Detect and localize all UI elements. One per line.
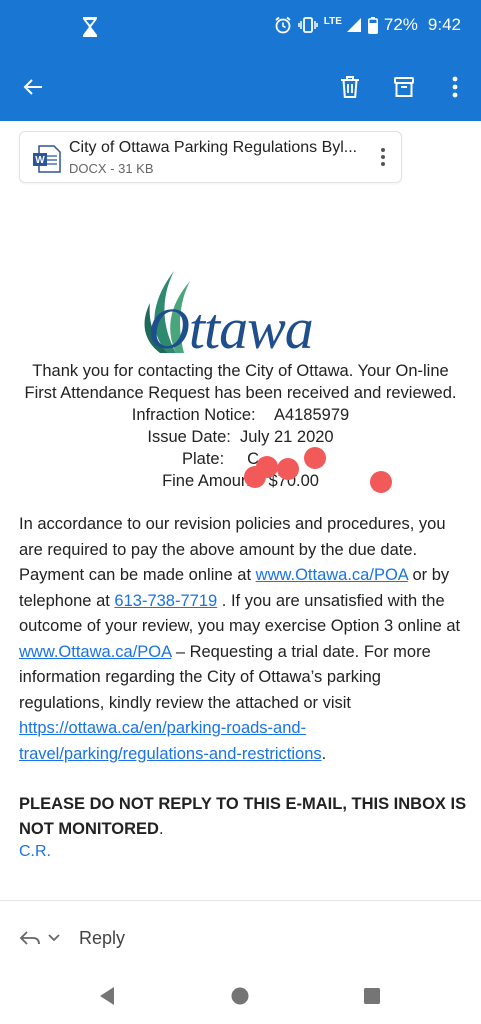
regulations-link[interactable]: https://ottawa.ca/en/parking-roads-and-t… <box>19 719 322 763</box>
signal-icon <box>346 18 361 32</box>
battery-percent: 72% <box>383 15 418 34</box>
attachment-name: City of Ottawa Parking Regulations Byl..… <box>69 139 358 156</box>
dot <box>381 148 385 152</box>
redaction-mark <box>304 447 326 469</box>
status-bar: LTE 72% 9:42 <box>0 0 481 55</box>
app-header: LTE 72% 9:42 <box>0 0 481 121</box>
redaction-mark <box>244 466 266 488</box>
nav-home-icon[interactable] <box>230 986 250 1006</box>
alarm-icon <box>275 16 291 34</box>
reply-button[interactable]: Reply <box>19 924 125 952</box>
reply-icon <box>19 931 40 945</box>
chevron-down-icon[interactable] <box>47 933 61 943</box>
logo-wordmark: Ottawa <box>148 296 314 361</box>
warning-text: PLEASE DO NOT REPLY TO THIS E-MAIL, THIS… <box>19 795 467 838</box>
attachment-more-button[interactable] <box>373 145 393 169</box>
back-button[interactable] <box>18 71 48 103</box>
more-options-button[interactable] <box>440 71 470 103</box>
vibrate-icon <box>297 17 318 33</box>
system-nav-bar <box>0 968 481 1024</box>
infraction-label: Infraction Notice: <box>131 406 256 424</box>
nav-back-icon[interactable] <box>97 985 117 1007</box>
email-body: In accordance to our revision policies a… <box>19 512 466 767</box>
divider <box>0 900 481 901</box>
nav-recents-icon[interactable] <box>363 987 381 1005</box>
hourglass-icon <box>83 17 97 37</box>
poa-link-2[interactable]: www.Ottawa.ca/POA <box>19 643 171 661</box>
dot <box>381 162 385 166</box>
app-bar <box>0 55 481 121</box>
no-reply-warning: PLEASE DO NOT REPLY TO THIS E-MAIL, THIS… <box>19 792 469 842</box>
request-summary: Thank you for contacting the City of Ott… <box>0 360 481 492</box>
ottawa-logo: Ottawa <box>128 265 348 361</box>
signature: C.R. <box>19 843 51 860</box>
attachment-card[interactable]: W City of Ottawa Parking Regulations Byl… <box>19 131 402 183</box>
redaction-mark <box>370 471 392 493</box>
archive-button[interactable] <box>389 71 419 103</box>
redaction-mark <box>277 458 299 480</box>
delete-button[interactable] <box>335 71 365 103</box>
fine-amount-row: Fine Amount: $70.00 <box>0 470 481 492</box>
lte-label: LTE <box>323 15 342 27</box>
warning-period: . <box>158 820 164 838</box>
attachment-meta: DOCX - 31 KB <box>69 161 154 176</box>
more-vert-icon <box>452 76 458 98</box>
intro-line-2: First Attendance Request has been receiv… <box>24 384 457 402</box>
body-text-5: . <box>321 744 327 763</box>
issue-date-value: July 21 2020 <box>240 428 334 446</box>
phone-link[interactable]: 613-738-7719 <box>114 592 217 610</box>
infraction-value: A4185979 <box>273 406 350 424</box>
poa-link-1[interactable]: www.Ottawa.ca/POA <box>256 566 408 584</box>
battery-icon <box>367 16 378 34</box>
arrow-left-icon <box>23 79 42 95</box>
dot <box>381 155 385 159</box>
word-document-icon: W <box>33 145 61 173</box>
svg-text:W: W <box>35 155 45 166</box>
clock-time: 9:42 <box>427 15 461 34</box>
infraction-row: Infraction Notice: A4185979 <box>0 404 481 426</box>
reply-label: Reply <box>79 927 126 948</box>
intro-line-1: Thank you for contacting the City of Ott… <box>32 362 449 380</box>
status-indicators: LTE 72% 9:42 <box>274 15 461 35</box>
issue-date-row: Issue Date: July 21 2020 <box>0 426 481 448</box>
trash-icon <box>341 76 359 98</box>
archive-icon <box>394 77 414 97</box>
plate-label: Plate: <box>181 450 225 468</box>
plate-row: Plate: C <box>0 448 481 470</box>
issue-date-label: Issue Date: <box>147 428 231 446</box>
